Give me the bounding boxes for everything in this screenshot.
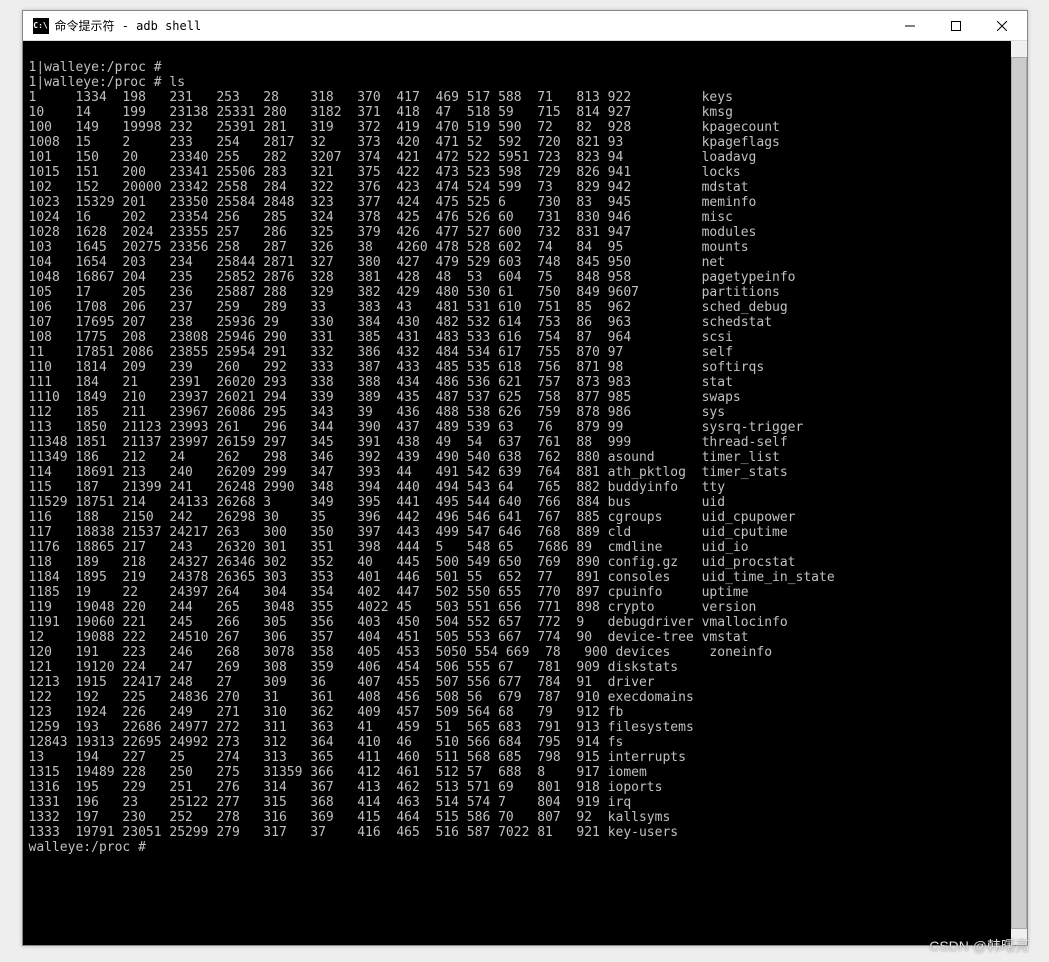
prompt-line: 1|walleye:/proc # ls <box>29 75 186 90</box>
window-controls <box>887 12 1025 40</box>
maximize-button[interactable] <box>933 12 979 40</box>
prompt-line: 1|walleye:/proc # <box>29 60 162 75</box>
scrollbar[interactable] <box>1011 41 1027 945</box>
cmd-window: C:\ 命令提示符 - adb shell 1|walleye:/proc # … <box>22 10 1028 946</box>
prompt-line: walleye:/proc # <box>29 840 146 855</box>
close-button[interactable] <box>979 12 1025 40</box>
window-title: 命令提示符 - adb shell <box>55 17 887 34</box>
title-bar[interactable]: C:\ 命令提示符 - adb shell <box>23 11 1027 41</box>
scrollbar-thumb[interactable] <box>1011 57 1027 929</box>
watermark: CSDN @韩曙亮 <box>929 936 1029 956</box>
minimize-button[interactable] <box>887 12 933 40</box>
cmd-icon: C:\ <box>33 18 49 34</box>
terminal-area[interactable]: 1|walleye:/proc # 1|walleye:/proc # ls 1… <box>23 41 1027 945</box>
ls-output: 1 1334 198 231 253 28 318 370 417 469 51… <box>29 90 835 840</box>
